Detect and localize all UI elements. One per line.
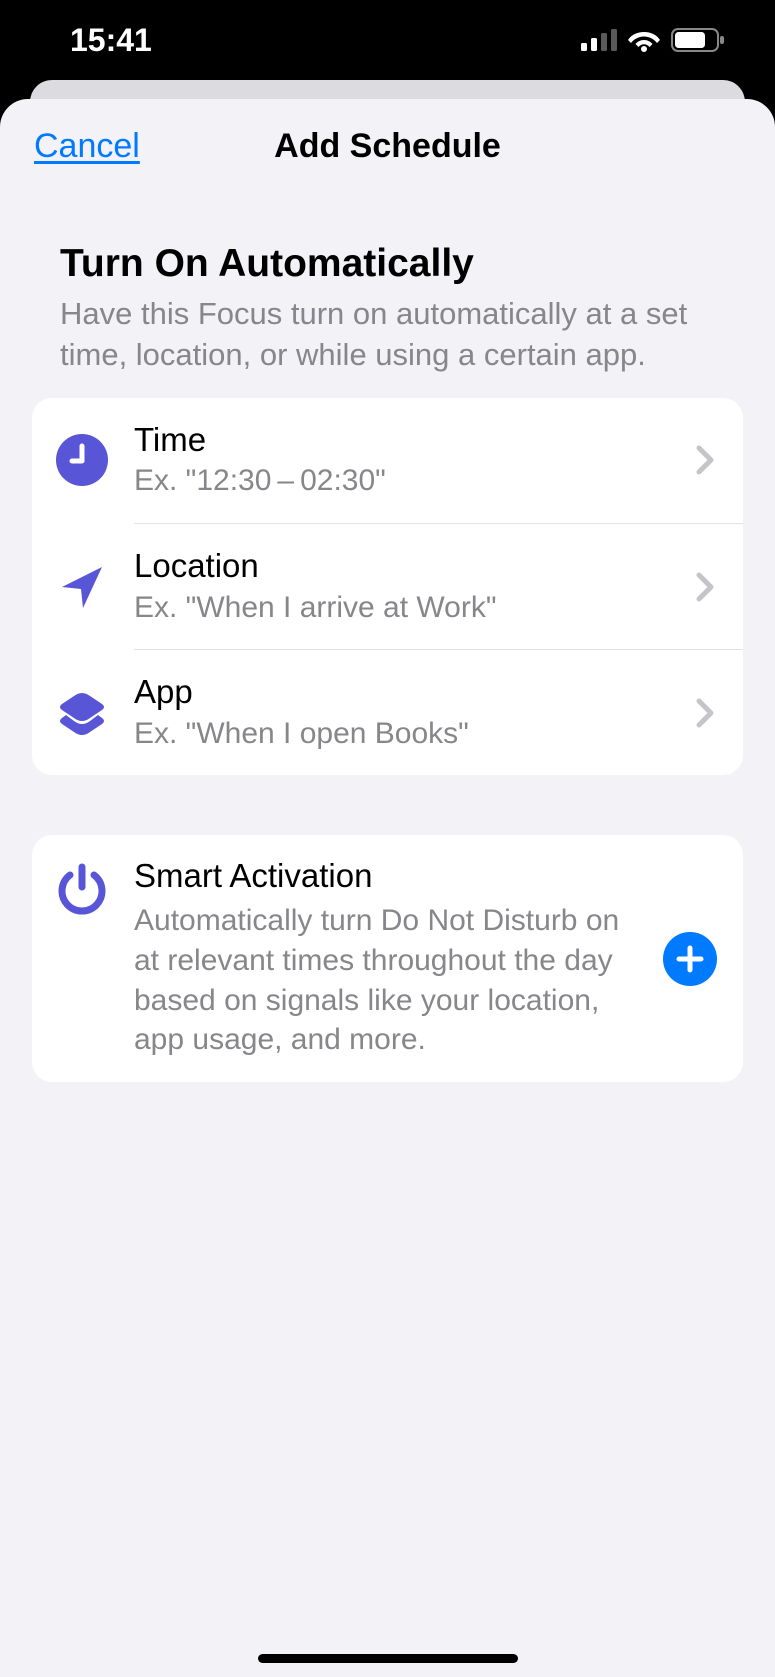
location-arrow-icon [54,559,110,615]
row-subtitle: Automatically turn Do Not Disturb on at … [134,901,651,1059]
row-title: App [134,672,685,712]
wifi-icon [627,28,661,52]
smart-activation-card: Smart Activation Automatically turn Do N… [32,835,743,1081]
clock-icon [54,432,110,488]
row-body: Smart Activation Automatically turn Do N… [134,857,655,1059]
cancel-button[interactable]: Cancel [34,127,140,166]
cellular-icon [581,29,617,51]
add-smart-activation-button[interactable] [663,932,717,986]
plus-icon [675,944,705,974]
section-header: Turn On Automatically Have this Focus tu… [0,194,775,398]
row-body: Time Ex. "12:30 – 02:30" [134,420,695,501]
time-option-row[interactable]: Time Ex. "12:30 – 02:30" [32,398,743,523]
row-body: Location Ex. "When I arrive at Work" [134,546,695,627]
schedule-options-card: Time Ex. "12:30 – 02:30" Location Ex. "W… [32,398,743,776]
app-stack-icon [54,685,110,741]
row-body: App Ex. "When I open Books" [134,672,695,753]
location-option-row[interactable]: Location Ex. "When I arrive at Work" [32,524,743,649]
row-subtitle: Ex. "When I arrive at Work" [134,588,685,628]
status-icons [581,28,725,52]
chevron-right-icon [695,445,717,475]
section-description: Have this Focus turn on automatically at… [60,294,715,376]
home-indicator[interactable] [258,1654,518,1663]
row-title: Time [134,420,685,460]
power-icon [54,861,110,917]
page-title: Add Schedule [274,127,501,166]
chevron-right-icon [695,572,717,602]
smart-activation-row[interactable]: Smart Activation Automatically turn Do N… [32,835,743,1081]
navigation-bar: Cancel Add Schedule [0,99,775,194]
status-time: 15:41 [70,22,152,59]
row-subtitle: Ex. "12:30 – 02:30" [134,461,685,501]
app-option-row[interactable]: App Ex. "When I open Books" [32,650,743,775]
chevron-right-icon [695,698,717,728]
row-title: Location [134,546,685,586]
status-bar: 15:41 [0,0,775,80]
row-subtitle: Ex. "When I open Books" [134,714,685,754]
battery-icon [671,28,725,52]
add-schedule-sheet: Cancel Add Schedule Turn On Automaticall… [0,99,775,1677]
section-title: Turn On Automatically [60,242,715,286]
row-title: Smart Activation [134,857,651,895]
